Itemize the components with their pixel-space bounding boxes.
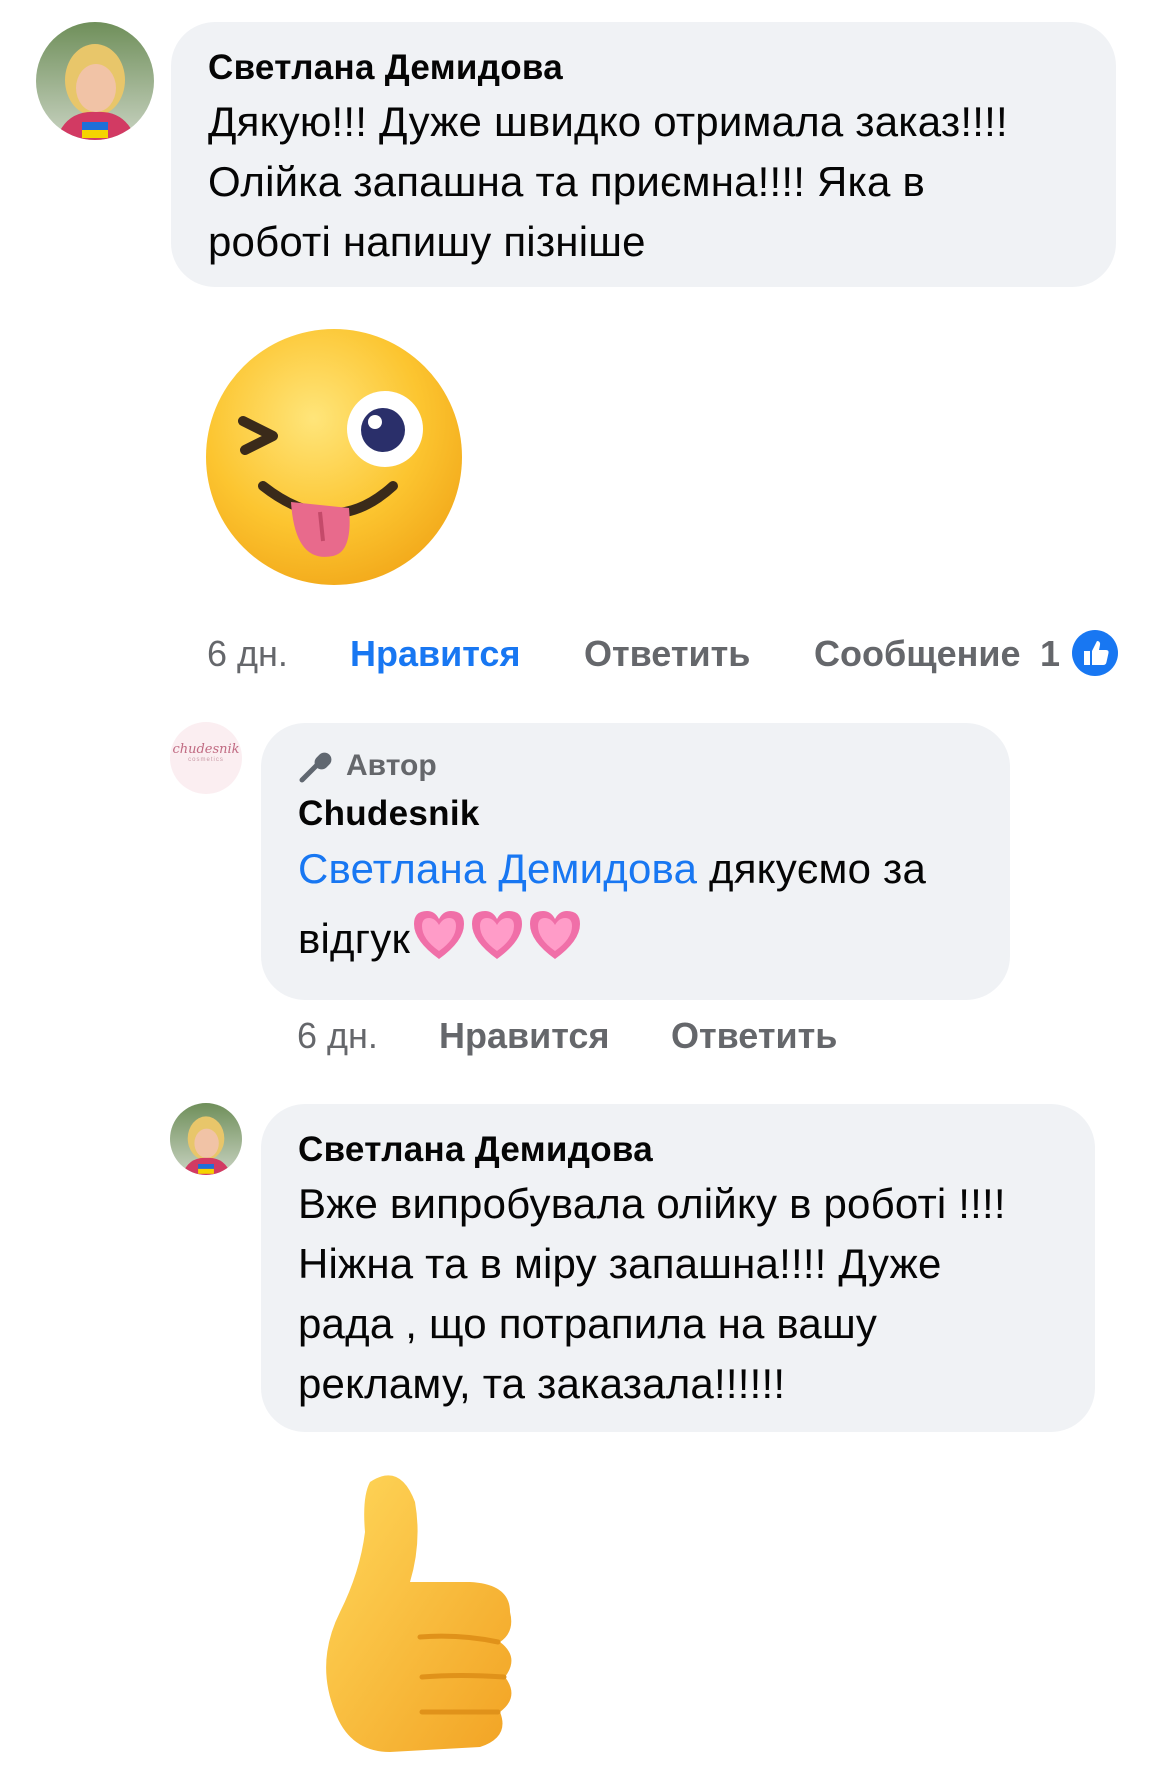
heart-emoji-icon [410,907,468,977]
avatar-svetlana[interactable] [36,22,154,140]
comment-meta: 6 дн. Нравится Ответить Сообщение 1 [207,630,1127,683]
like-reaction-icon [1071,629,1119,677]
comment-author[interactable]: Светлана Демидова [208,48,563,88]
mention-link[interactable]: Светлана Демидова [298,845,697,892]
reply-bubble: Автор Chudesnik Светлана Демидова дякуєм… [261,723,1010,1000]
comment-time[interactable]: 6 дн. [207,633,288,675]
comment-text: Вже випробувала олійку в роботі !!!! Ніж… [298,1180,1006,1407]
reply-time[interactable]: 6 дн. [297,1015,378,1057]
comment-author[interactable]: Светлана Демидова [298,1130,653,1170]
heart-emoji-icon [526,907,584,977]
chudesnik-logo-text: chudesnik [172,742,240,757]
reply-button[interactable]: Ответить [584,633,750,675]
avatar-chudesnik[interactable]: chudesnik cosmetics [170,722,242,794]
microphone-icon [299,752,332,783]
author-badge-label: Автор [346,749,437,782]
user-photo-avatar-icon [170,1103,242,1175]
reply-like-button[interactable]: Нравится [439,1015,609,1057]
reply-text-line1: дякуємо за [709,845,927,892]
reply-reply-button[interactable]: Ответить [671,1015,837,1057]
winking-tongue-emoji-icon [203,326,465,588]
chudesnik-logo-subtext: cosmetics [188,757,224,763]
reply-text-line2: відгук [298,915,411,962]
heart-emoji-icon [468,907,526,977]
avatar-svetlana-2[interactable] [170,1103,242,1175]
user-photo-avatar-icon [36,22,154,140]
reaction-count[interactable]: 1 [1040,633,1060,675]
thumbs-up-emoji-icon [310,1462,540,1762]
comment-text: Дякую!!! Дуже швидко отримала заказ!!!! … [208,98,1008,265]
comment-bubble: Светлана Демидова Вже випробувала олійку… [261,1104,1095,1432]
comment-bubble: Светлана Демидова Дякую!!! Дуже швидко о… [171,22,1116,287]
reply-meta: 6 дн. Нравится Ответить [297,1015,997,1065]
message-button[interactable]: Сообщение [814,633,1021,675]
author-badge: Автор [298,748,437,784]
reply-author[interactable]: Chudesnik [298,794,480,834]
like-button[interactable]: Нравится [350,633,520,675]
reply-text: Светлана Демидова дякуємо за відгук [298,839,998,977]
